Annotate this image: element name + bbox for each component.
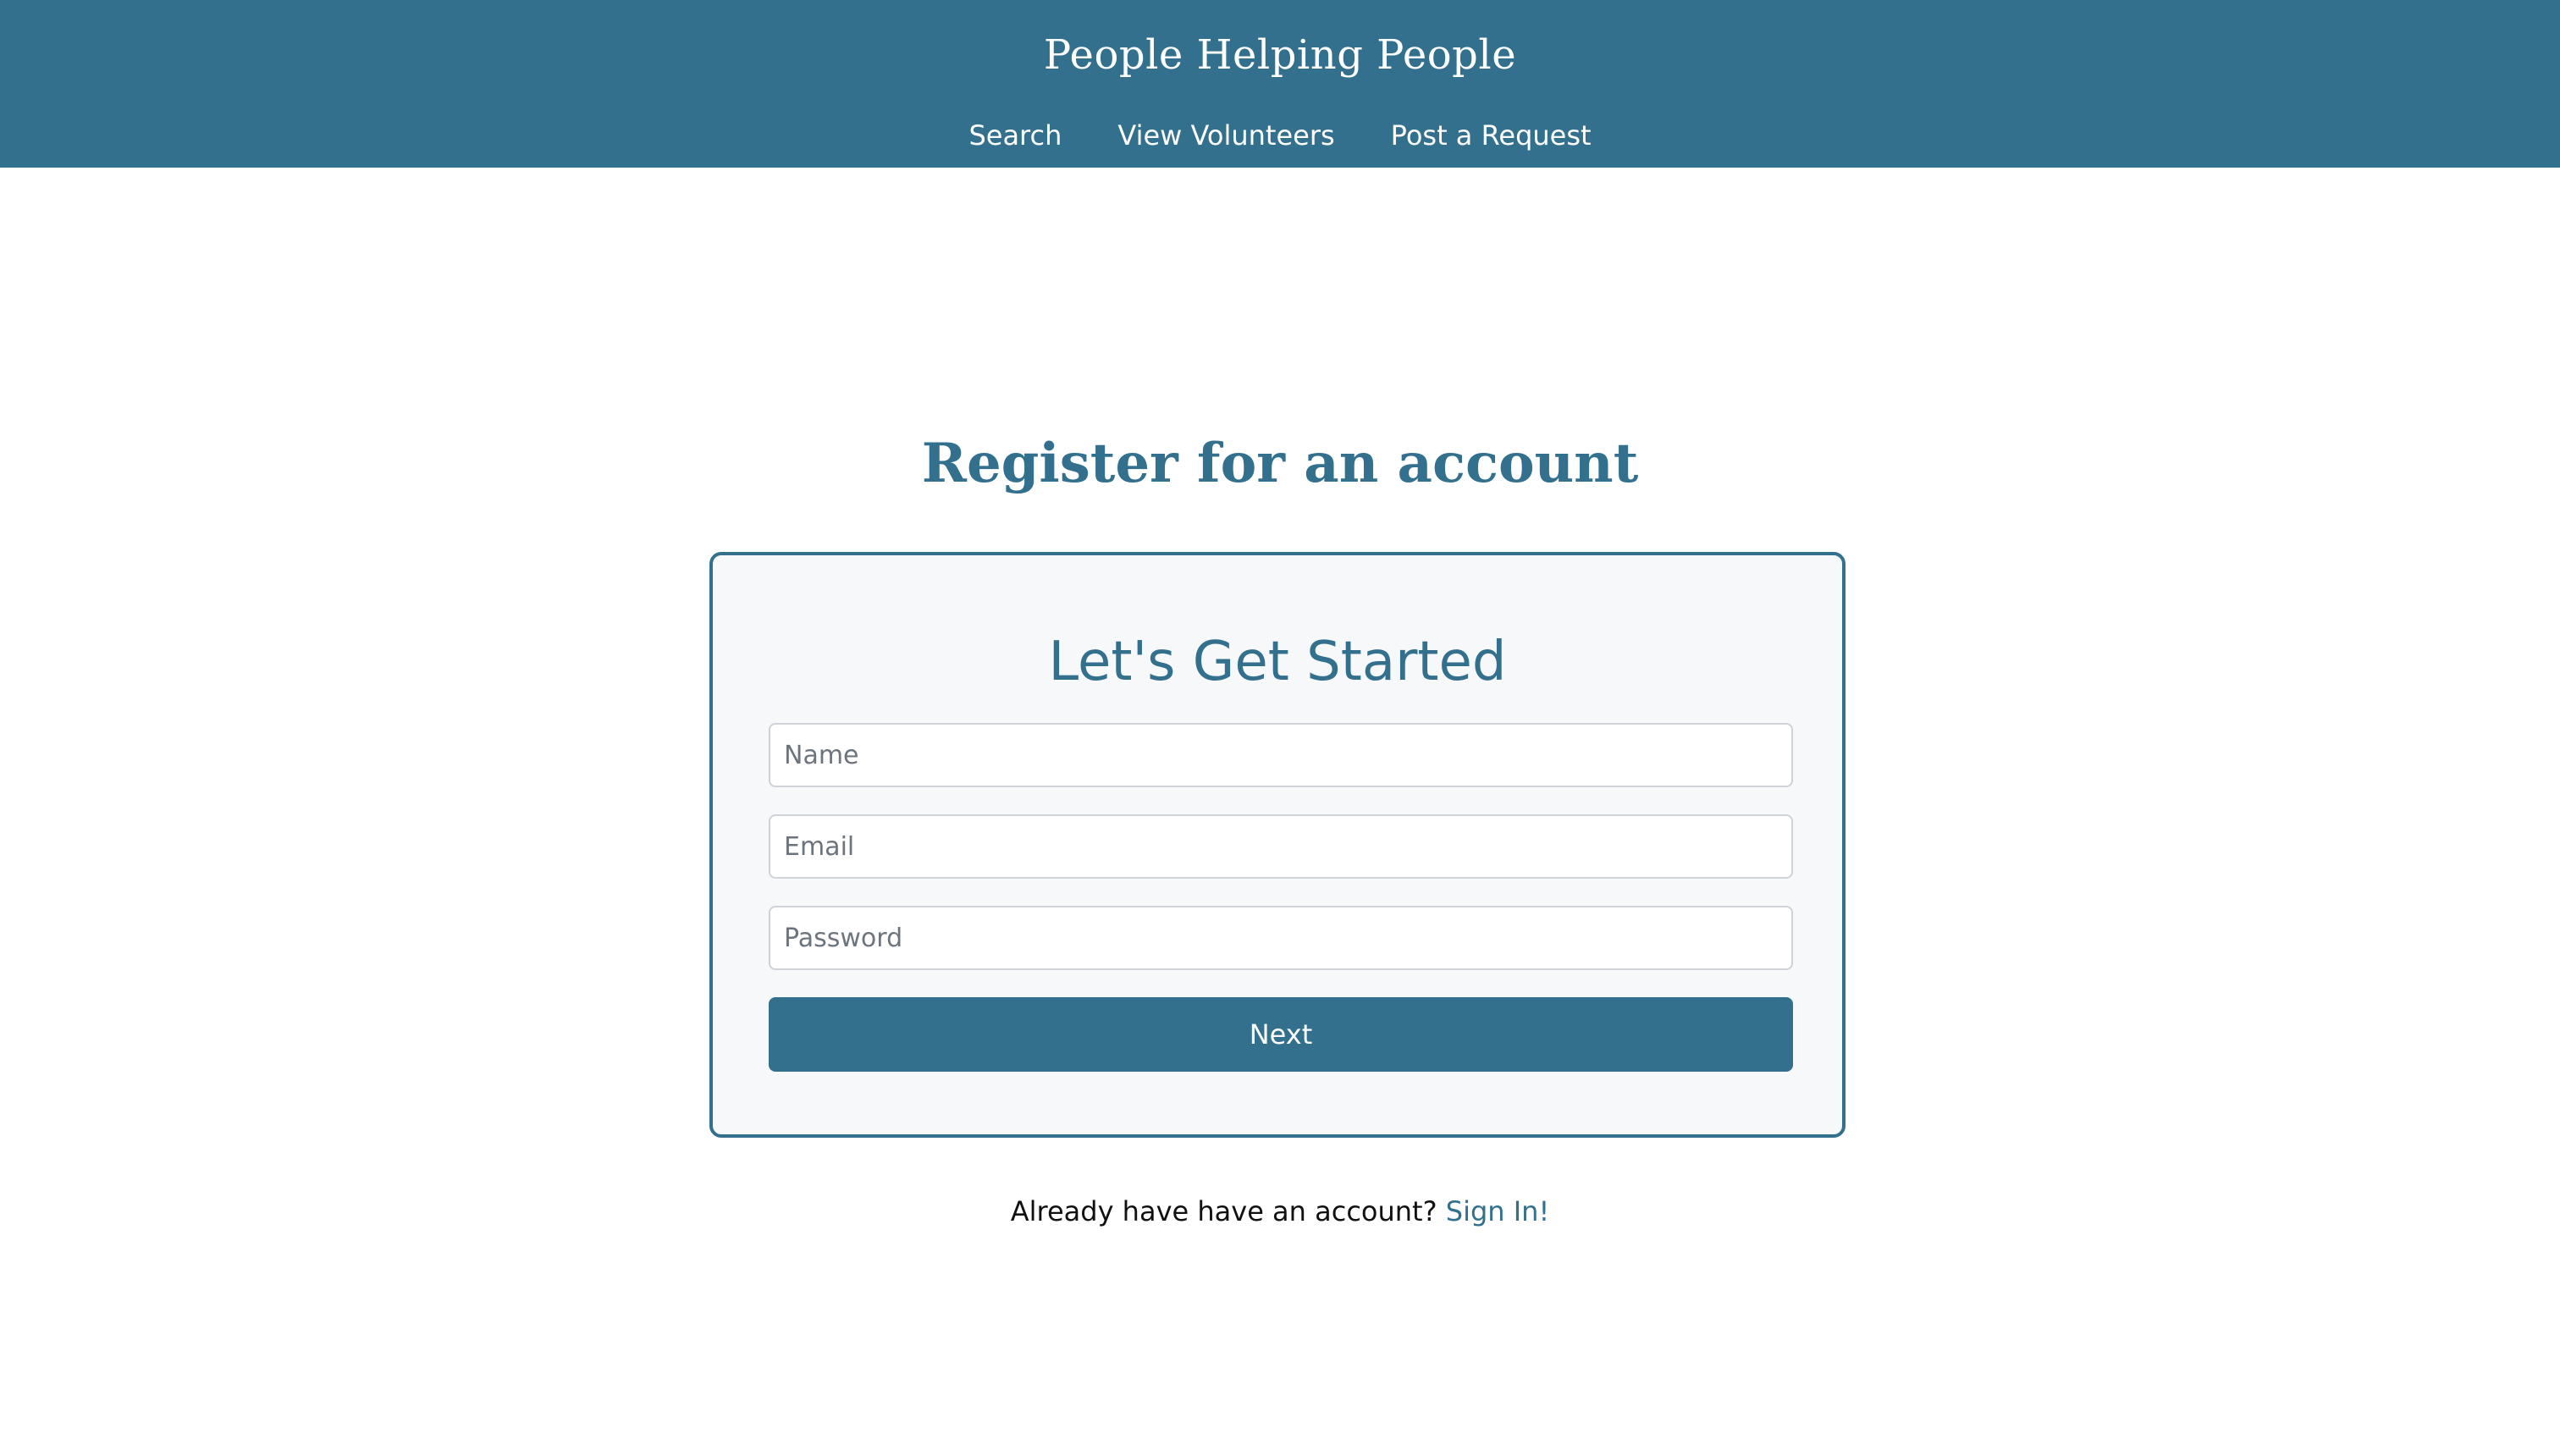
main-nav: Search View Volunteers Post a Request [0,112,2560,159]
signin-link[interactable]: Sign In! [1446,1195,1550,1227]
site-title[interactable]: People Helping People [0,25,2560,85]
password-input[interactable] [769,906,1793,970]
next-button[interactable]: Next [769,997,1793,1072]
nav-link-view-volunteers[interactable]: View Volunteers [1117,112,1334,159]
page-title: Register for an account [921,432,1639,495]
signin-prompt-text: Already have have an account? [1010,1195,1437,1227]
email-input[interactable] [769,814,1793,879]
name-input[interactable] [769,723,1793,787]
register-card: Let's Get Started Next [709,552,1846,1138]
top-navbar: People Helping People Search View Volunt… [0,0,2560,168]
signin-prompt-line: Already have have an account? Sign In! [0,1189,2560,1234]
nav-link-post-request[interactable]: Post a Request [1391,112,1592,159]
card-title: Let's Get Started [1048,631,1507,693]
nav-link-search[interactable]: Search [968,112,1062,159]
